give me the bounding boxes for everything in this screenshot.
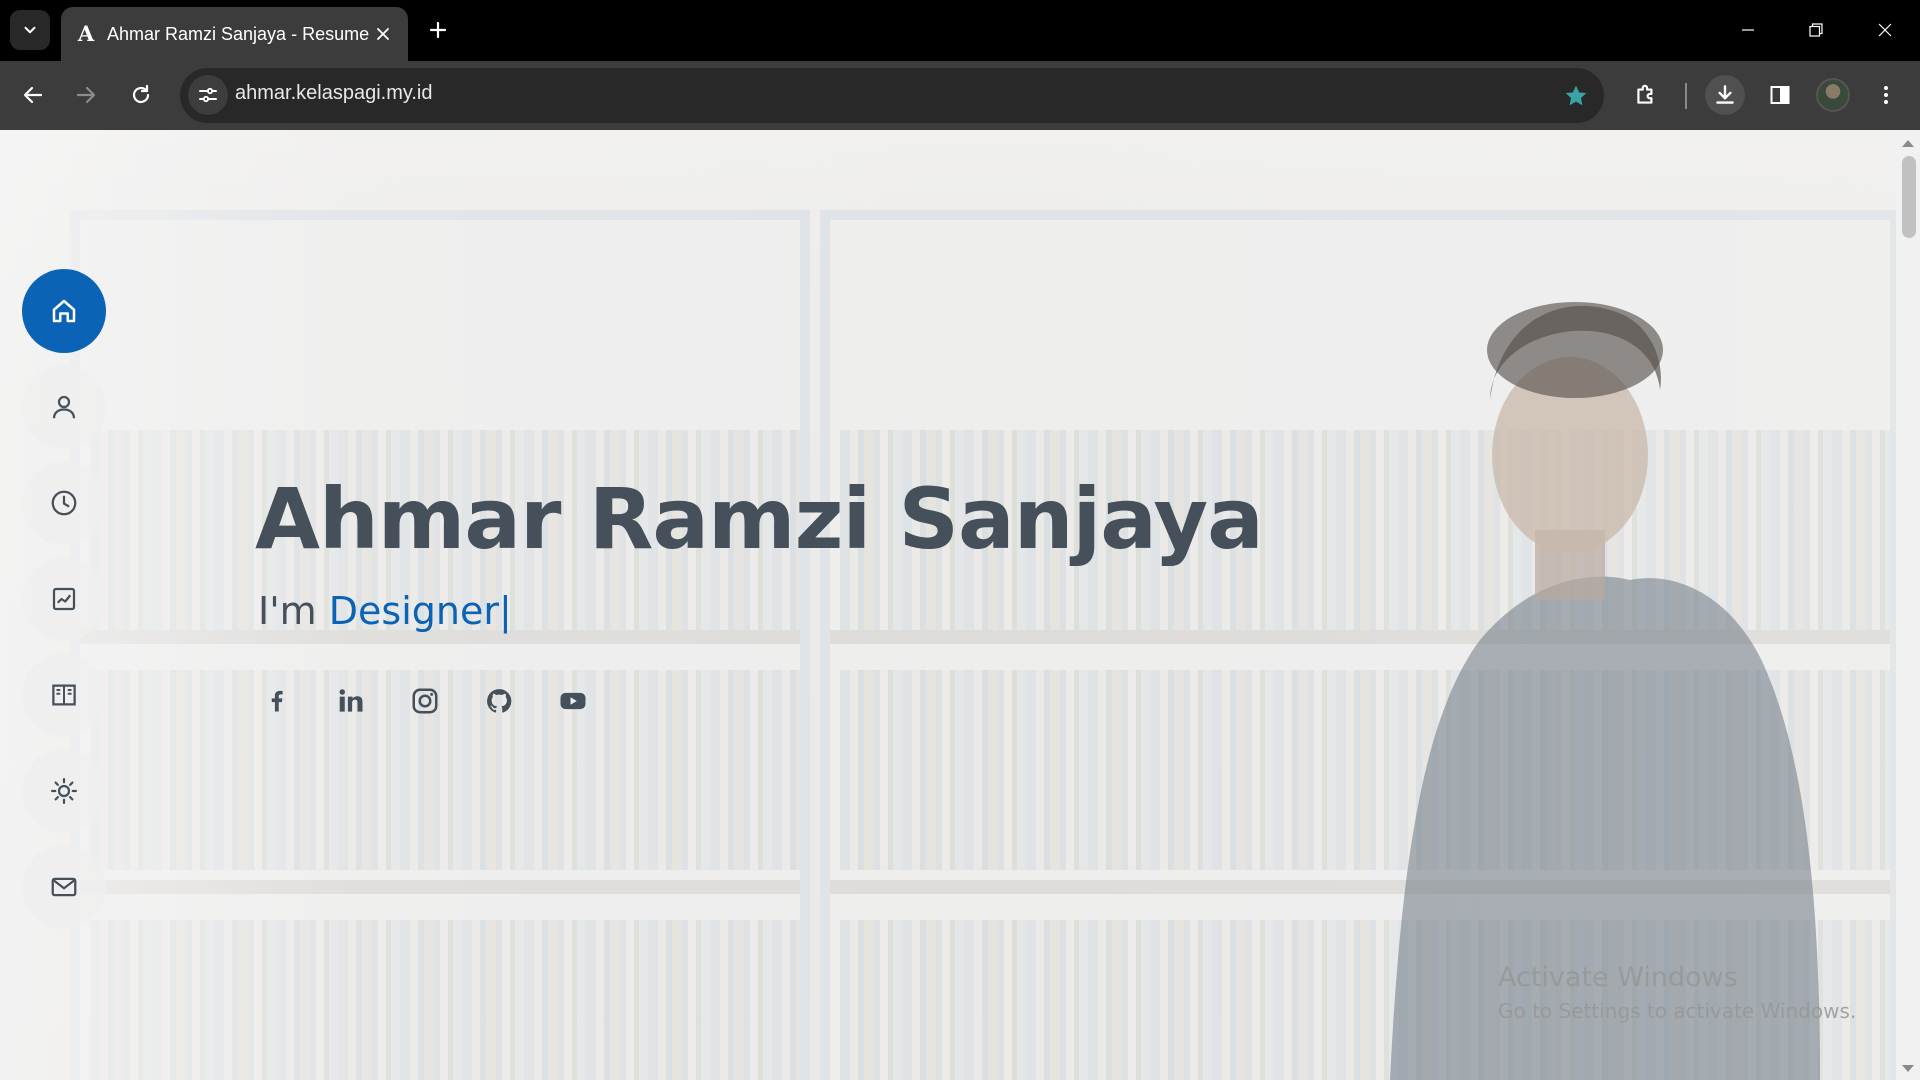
close-window-button[interactable]	[1862, 12, 1908, 48]
browser-tab[interactable]: A Ahmar Ramzi Sanjaya - Resume	[61, 7, 408, 61]
reload-button[interactable]	[121, 75, 161, 115]
back-icon	[23, 86, 43, 104]
github-icon	[487, 689, 512, 713]
side-panel-icon	[1770, 86, 1790, 104]
profile-photo	[1390, 302, 1820, 1080]
extensions-icon	[1637, 84, 1653, 104]
back-button[interactable]	[13, 75, 53, 115]
youtube-link[interactable]	[558, 686, 588, 716]
instagram-link[interactable]	[410, 686, 440, 716]
tab-search-button[interactable]	[10, 10, 50, 50]
tab-title: Ahmar Ramzi Sanjaya - Resume	[107, 23, 370, 44]
typed-role: Designer	[328, 589, 499, 633]
watermark-subtitle: Go to Settings to activate Windows.	[1498, 999, 1857, 1023]
mail-icon	[51, 877, 77, 897]
user-icon	[52, 395, 76, 419]
minimize-button[interactable]	[1725, 12, 1771, 48]
star-icon	[1565, 85, 1587, 106]
extensions-button[interactable]	[1626, 75, 1666, 115]
site-settings-icon	[199, 87, 217, 103]
clock-icon	[51, 490, 77, 516]
url-text[interactable]: ahmar.kelaspagi.my.id	[235, 82, 433, 105]
nav-home-button[interactable]	[22, 269, 106, 353]
windows-activation-watermark: Activate Windows Go to Settings to activ…	[1498, 962, 1856, 1023]
nav-theme-button[interactable]	[22, 749, 106, 833]
scroll-thumb[interactable]	[1902, 156, 1916, 238]
linkedin-link[interactable]	[336, 686, 366, 716]
close-icon	[377, 28, 389, 40]
nav-portfolio-button[interactable]	[22, 557, 106, 641]
home-icon	[52, 299, 76, 323]
page-scrollbar[interactable]	[1896, 130, 1920, 1080]
more-menu-button[interactable]	[1866, 75, 1906, 115]
nav-services-button[interactable]	[22, 653, 106, 737]
restore-button[interactable]	[1793, 12, 1839, 48]
sun-icon	[51, 778, 77, 804]
minimize-icon	[1742, 29, 1754, 31]
tab-close-button[interactable]	[372, 23, 394, 45]
nav-about-button[interactable]	[22, 365, 106, 449]
nav-contact-button[interactable]	[22, 845, 106, 929]
social-links	[262, 686, 588, 716]
scroll-up-arrow[interactable]	[1902, 140, 1914, 147]
chevron-down-icon	[24, 26, 36, 34]
facebook-link[interactable]	[262, 686, 292, 716]
browser-toolbar: ahmar.kelaspagi.my.id	[0, 61, 1920, 130]
tab-favicon: A	[77, 21, 95, 46]
typed-caret: |	[498, 589, 512, 633]
hero-prefix: I'm	[258, 589, 329, 633]
instagram-icon	[412, 688, 438, 714]
toolbar-separator	[1685, 83, 1687, 109]
book-icon	[52, 684, 76, 706]
plus-icon	[429, 21, 447, 39]
bookmark-star-button[interactable]	[1560, 80, 1592, 112]
address-bar[interactable]: ahmar.kelaspagi.my.id	[180, 68, 1604, 123]
new-tab-button[interactable]	[424, 16, 452, 44]
github-link[interactable]	[484, 686, 514, 716]
nav-resume-button[interactable]	[22, 461, 106, 545]
more-vert-icon	[1884, 86, 1888, 104]
forward-button[interactable]	[66, 75, 106, 115]
reload-icon	[132, 84, 150, 104]
watermark-title: Activate Windows	[1498, 962, 1738, 993]
hero-name: Ahmar Ramzi Sanjaya	[255, 470, 1264, 568]
facebook-icon	[271, 690, 283, 712]
side-panel-button[interactable]	[1760, 75, 1800, 115]
site-info-button[interactable]	[188, 75, 228, 115]
downloads-button[interactable]	[1705, 75, 1745, 115]
linkedin-icon	[339, 689, 363, 712]
chart-icon	[52, 587, 76, 611]
hero-subtitle: I'm Designer|	[258, 589, 512, 633]
restore-icon	[1809, 23, 1823, 37]
youtube-icon	[560, 692, 586, 710]
profile-avatar[interactable]	[1816, 78, 1850, 112]
scroll-down-arrow[interactable]	[1902, 1065, 1914, 1072]
page-viewport: Ahmar Ramzi Sanjaya I'm Designer| Activa…	[0, 130, 1920, 1080]
forward-icon	[76, 86, 96, 104]
download-icon	[1716, 85, 1734, 104]
close-icon	[1878, 23, 1892, 37]
tab-strip: A Ahmar Ramzi Sanjaya - Resume	[0, 0, 1920, 61]
